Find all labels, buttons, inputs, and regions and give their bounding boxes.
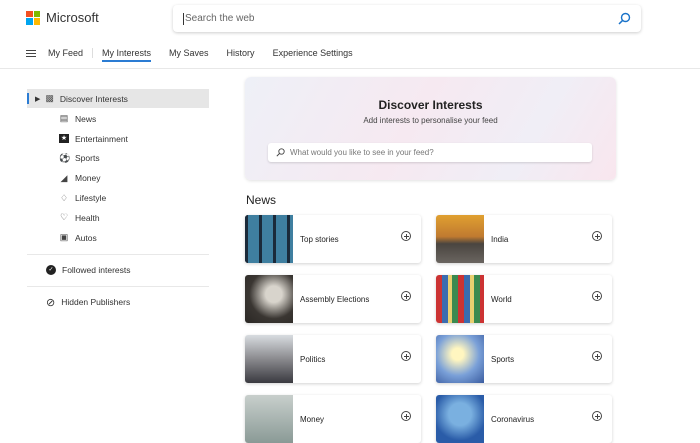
discover-icon: ▩ (45, 93, 54, 103)
sidebar-item-label: Hidden Publishers (61, 297, 131, 308)
card-image (245, 215, 293, 263)
interest-card-india[interactable]: India (436, 215, 612, 263)
nav-experience-settings[interactable]: Experience Settings (273, 48, 353, 58)
sidebar-item-entertainment[interactable]: ★ Entertainment (27, 129, 209, 149)
card-label: India (491, 234, 509, 244)
search-placeholder: Search the web (185, 13, 255, 24)
nav-my-feed[interactable]: My Feed (48, 48, 83, 58)
interest-card-world[interactable]: World (436, 275, 612, 323)
section-title-news: News (246, 193, 277, 207)
sidebar-item-sports[interactable]: ⚽ Sports (27, 149, 209, 169)
nav-my-saves[interactable]: My Saves (169, 48, 209, 58)
card-image (436, 335, 484, 383)
sidebar-item-autos[interactable]: ▣ Autos (27, 228, 209, 248)
banner-title: Discover Interests (378, 98, 483, 112)
card-image (245, 395, 293, 443)
hamburger-menu-icon[interactable] (26, 48, 36, 59)
star-icon: ★ (59, 134, 69, 144)
add-circle-icon[interactable] (401, 291, 411, 301)
sidebar-item-news[interactable]: ▤ News (27, 109, 209, 129)
top-nav: My Feed My Interests My Saves History Ex… (0, 38, 700, 69)
sidebar-item-label: Followed interests (62, 265, 131, 276)
brand-name: Microsoft (46, 10, 99, 25)
microsoft-logo[interactable]: Microsoft (26, 10, 99, 25)
interest-search-input[interactable]: What would you like to see in your feed? (268, 143, 592, 162)
block-icon: ⊘ (46, 296, 56, 309)
search-icon[interactable] (618, 12, 631, 25)
interest-card-sports[interactable]: Sports (436, 335, 612, 383)
checkmark-circle-icon: ✓ (46, 265, 56, 276)
active-indicator (27, 93, 29, 104)
sidebar-item-followed-interests[interactable]: ✓ Followed interests (27, 261, 209, 280)
card-image (245, 335, 293, 383)
interest-card-top-stories[interactable]: Top stories (245, 215, 421, 263)
card-image (436, 395, 484, 443)
card-label: Assembly Elections (300, 294, 370, 304)
add-circle-icon[interactable] (592, 351, 602, 361)
card-label: World (491, 294, 512, 304)
add-circle-icon[interactable] (592, 411, 602, 421)
interest-search-placeholder: What would you like to see in your feed? (290, 148, 434, 157)
sidebar-item-money[interactable]: ◢ Money (27, 168, 209, 188)
sidebar-item-lifestyle[interactable]: ♢ Lifestyle (27, 188, 209, 208)
card-image (245, 275, 293, 323)
card-image (436, 275, 484, 323)
ball-icon: ⚽ (59, 152, 71, 163)
sidebar-item-label: Entertainment (75, 133, 128, 144)
add-circle-icon[interactable] (401, 231, 411, 241)
interest-card-politics[interactable]: Politics (245, 335, 421, 383)
sidebar-item-label: Autos (75, 232, 97, 243)
heart-icon: ♡ (59, 212, 69, 223)
search-icon (276, 148, 285, 157)
car-icon: ▣ (59, 232, 69, 243)
card-label: Top stories (300, 234, 339, 244)
sidebar-item-label: Money (75, 173, 101, 184)
sidebar-item-label: Lifestyle (75, 193, 107, 204)
diamond-icon: ♢ (59, 192, 69, 203)
interest-card-assembly-elections[interactable]: Assembly Elections (245, 275, 421, 323)
divider (27, 253, 209, 255)
sidebar-item-hidden-publishers[interactable]: ⊘ Hidden Publishers (27, 293, 209, 312)
nav-divider (92, 48, 94, 58)
chart-icon: ◢ (60, 172, 68, 183)
interest-card-coronavirus[interactable]: Coronavirus (436, 395, 612, 443)
sidebar-item-discover-interests[interactable]: ▶ ▩ Discover Interests (27, 89, 209, 108)
sidebar-item-label: Health (75, 212, 100, 223)
card-label: Money (300, 414, 325, 424)
add-circle-icon[interactable] (592, 231, 602, 241)
sidebar-item-label: News (75, 113, 97, 124)
interest-card-money[interactable]: Money (245, 395, 421, 443)
card-label: Coronavirus (491, 414, 535, 424)
sidebar: ▶ ▩ Discover Interests ▤ News ★ Entertainm… (27, 89, 209, 312)
card-label: Sports (491, 354, 515, 364)
web-search-input[interactable]: Search the web (173, 5, 641, 32)
microsoft-logo-icon (26, 10, 40, 25)
sidebar-item-label: Sports (75, 153, 100, 164)
add-circle-icon[interactable] (401, 351, 411, 361)
add-circle-icon[interactable] (401, 411, 411, 421)
sidebar-item-health[interactable]: ♡ Health (27, 208, 209, 228)
card-image (436, 215, 484, 263)
newspaper-icon: ▤ (59, 113, 69, 124)
divider (27, 285, 209, 287)
card-label: Politics (300, 354, 326, 364)
nav-my-interests[interactable]: My Interests (102, 48, 152, 62)
nav-history[interactable]: History (227, 48, 255, 58)
add-circle-icon[interactable] (592, 291, 602, 301)
discover-banner: Discover Interests Add interests to pers… (245, 77, 616, 180)
caret-right-icon[interactable]: ▶ (35, 95, 40, 103)
sidebar-item-label: Discover Interests (59, 93, 128, 104)
banner-subtitle: Add interests to personalise your feed (363, 116, 498, 125)
text-cursor (183, 12, 184, 25)
